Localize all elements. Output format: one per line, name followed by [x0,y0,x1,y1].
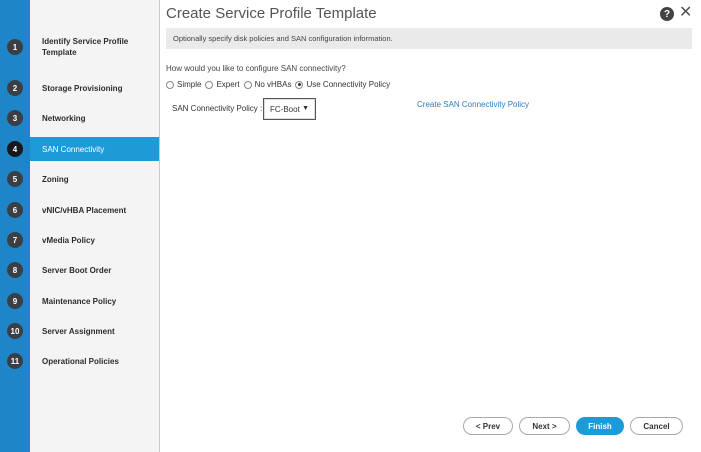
step-zoning[interactable]: Zoning [30,168,159,190]
close-icon[interactable]: ✕ [679,4,692,22]
step-number-badge: 5 [7,171,23,187]
radio-button[interactable] [243,80,252,89]
radio-simple[interactable]: Simple [166,80,201,89]
step-label: Server Boot Order [42,265,112,275]
radio-expert[interactable]: Expert [205,80,240,89]
help-icon[interactable]: ? [660,7,674,21]
create-san-connectivity-policy-link[interactable]: Create SAN Connectivity Policy [417,100,529,109]
step-server-boot-order[interactable]: Server Boot Order [30,259,159,281]
step-label: SAN Connectivity [42,144,105,154]
step-number-badge: 6 [7,202,23,218]
step-label: Operational Policies [42,356,119,366]
step-number-badge: 11 [7,353,23,369]
step-label: Maintenance Policy [42,296,117,306]
left-rail [0,0,30,452]
step-number-badge: 3 [7,110,23,126]
radio-use-connectivity-policy[interactable]: Use Connectivity Policy [295,80,390,89]
step-label: vMedia Policy [42,235,95,245]
radio-button[interactable] [166,80,174,89]
prev-button[interactable]: < Prev [463,417,513,435]
step-maintenance-policy[interactable]: Maintenance Policy [30,290,159,312]
step-server-assignment[interactable]: Server Assignment [30,320,159,342]
san-config-radio-group: Simple Expert No vHBAs Use Connectivity … [166,80,394,89]
next-button[interactable]: Next > [519,417,570,435]
step-identify-service-profile-template[interactable]: Identify Service Profile Template [30,33,159,61]
step-number-badge: 4 [7,141,23,157]
step-vmedia-policy[interactable]: vMedia Policy [30,229,159,251]
step-number-badge: 10 [7,323,23,339]
step-label: Networking [42,113,86,123]
radio-button[interactable] [205,80,214,89]
step-number-badge: 2 [7,80,23,96]
step-number-badge: 7 [7,232,23,248]
step-number-badge: 1 [7,39,23,55]
step-storage-provisioning[interactable]: Storage Provisioning [30,77,159,99]
radio-no-vhbas[interactable]: No vHBAs [243,80,292,89]
step-label: Storage Provisioning [42,83,123,93]
wizard-steps: Identify Service Profile Template Storag… [30,0,160,452]
radio-button-selected[interactable] [295,80,304,89]
step-label: Server Assignment [42,326,115,336]
radio-label: Use Connectivity Policy [306,80,391,89]
step-operational-policies[interactable]: Operational Policies [30,350,159,372]
radio-label: Expert [216,80,240,89]
step-label: Identify Service Profile Template [42,37,129,57]
san-connectivity-policy-label: SAN Connectivity Policy : [172,104,263,113]
radio-label: Simple [177,80,202,89]
finish-button[interactable]: Finish [576,417,624,435]
step-san-connectivity[interactable]: SAN Connectivity [30,137,159,161]
info-banner: Optionally specify disk policies and SAN… [166,28,692,49]
step-networking[interactable]: Networking [30,107,159,129]
info-text: Optionally specify disk policies and SAN… [173,34,393,43]
radio-label: No vHBAs [254,80,292,89]
caret-down-icon: ▼ [302,105,309,112]
step-label: vNIC/vHBA Placement [42,205,127,215]
step-vnic-vhba-placement[interactable]: vNIC/vHBA Placement [30,199,159,221]
step-number-badge: 9 [7,293,23,309]
select-value: FC-Boot [270,104,300,114]
san-question: How would you like to configure SAN conn… [166,64,346,73]
cancel-button[interactable]: Cancel [630,417,683,435]
dialog-title: Create Service Profile Template [166,5,377,22]
step-label: Zoning [42,174,69,184]
step-number-badge: 8 [7,262,23,278]
san-connectivity-policy-select[interactable]: FC-Boot ▼ [263,98,316,120]
